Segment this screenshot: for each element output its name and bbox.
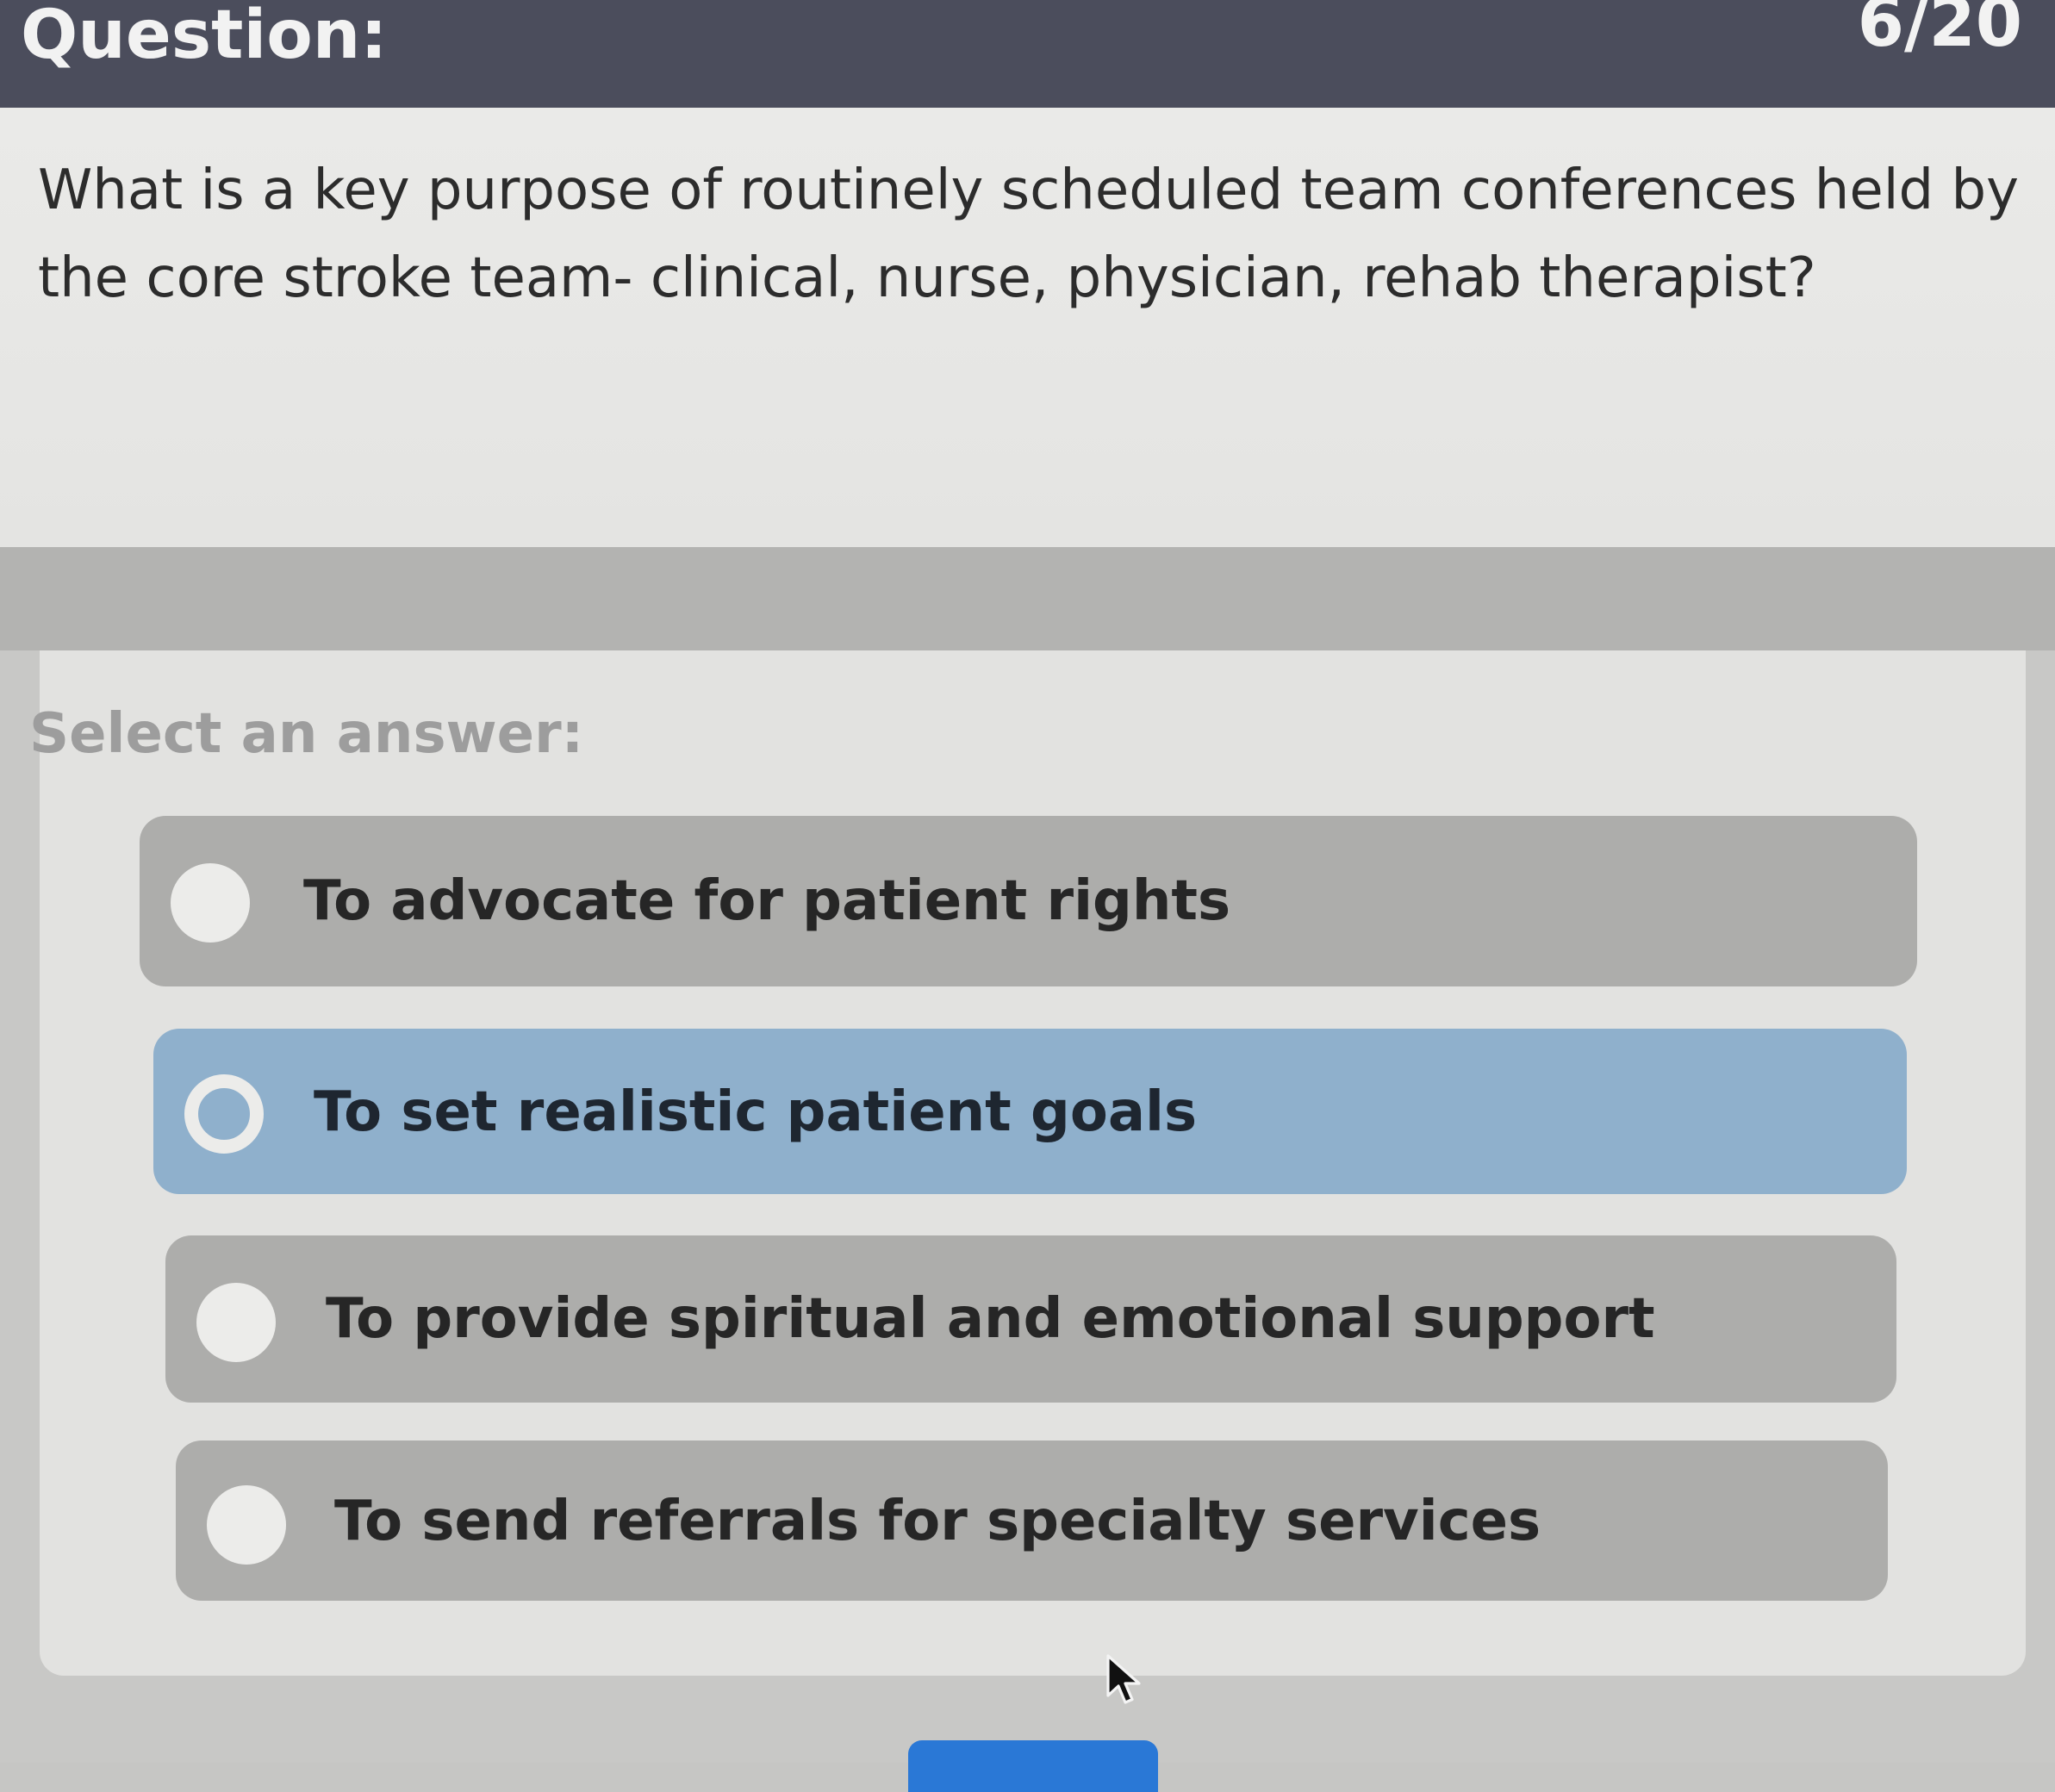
question-text: What is a key purpose of routinely sched… — [38, 159, 2019, 310]
answer-option-label: To provide spiritual and emotional suppo… — [326, 1287, 1655, 1351]
radio-button-icon[interactable] — [196, 1283, 276, 1362]
submit-button[interactable] — [908, 1740, 1158, 1792]
answer-option-label: To send referrals for specialty services — [334, 1490, 1541, 1553]
radio-button-selected-icon[interactable] — [184, 1074, 264, 1154]
panel-divider — [0, 547, 2055, 650]
answer-option-label: To advocate for patient rights — [303, 869, 1231, 933]
radio-button-icon[interactable] — [171, 863, 250, 943]
answer-option-2[interactable]: To set realistic patient goals — [153, 1029, 1907, 1194]
mouse-pointer-icon — [1106, 1654, 1141, 1704]
answer-option-3[interactable]: To provide spiritual and emotional suppo… — [165, 1235, 1896, 1403]
answer-option-4[interactable]: To send referrals for specialty services — [176, 1440, 1888, 1601]
radio-button-icon[interactable] — [207, 1485, 286, 1565]
question-counter: 6/20 — [1857, 0, 2022, 62]
question-heading: Question: — [21, 0, 388, 74]
select-answer-label: Select an answer: — [29, 702, 584, 766]
question-header: Question: 6/20 — [0, 0, 2055, 108]
answer-option-label: To set realistic patient goals — [314, 1080, 1198, 1144]
answer-option-1[interactable]: To advocate for patient rights — [140, 816, 1917, 986]
